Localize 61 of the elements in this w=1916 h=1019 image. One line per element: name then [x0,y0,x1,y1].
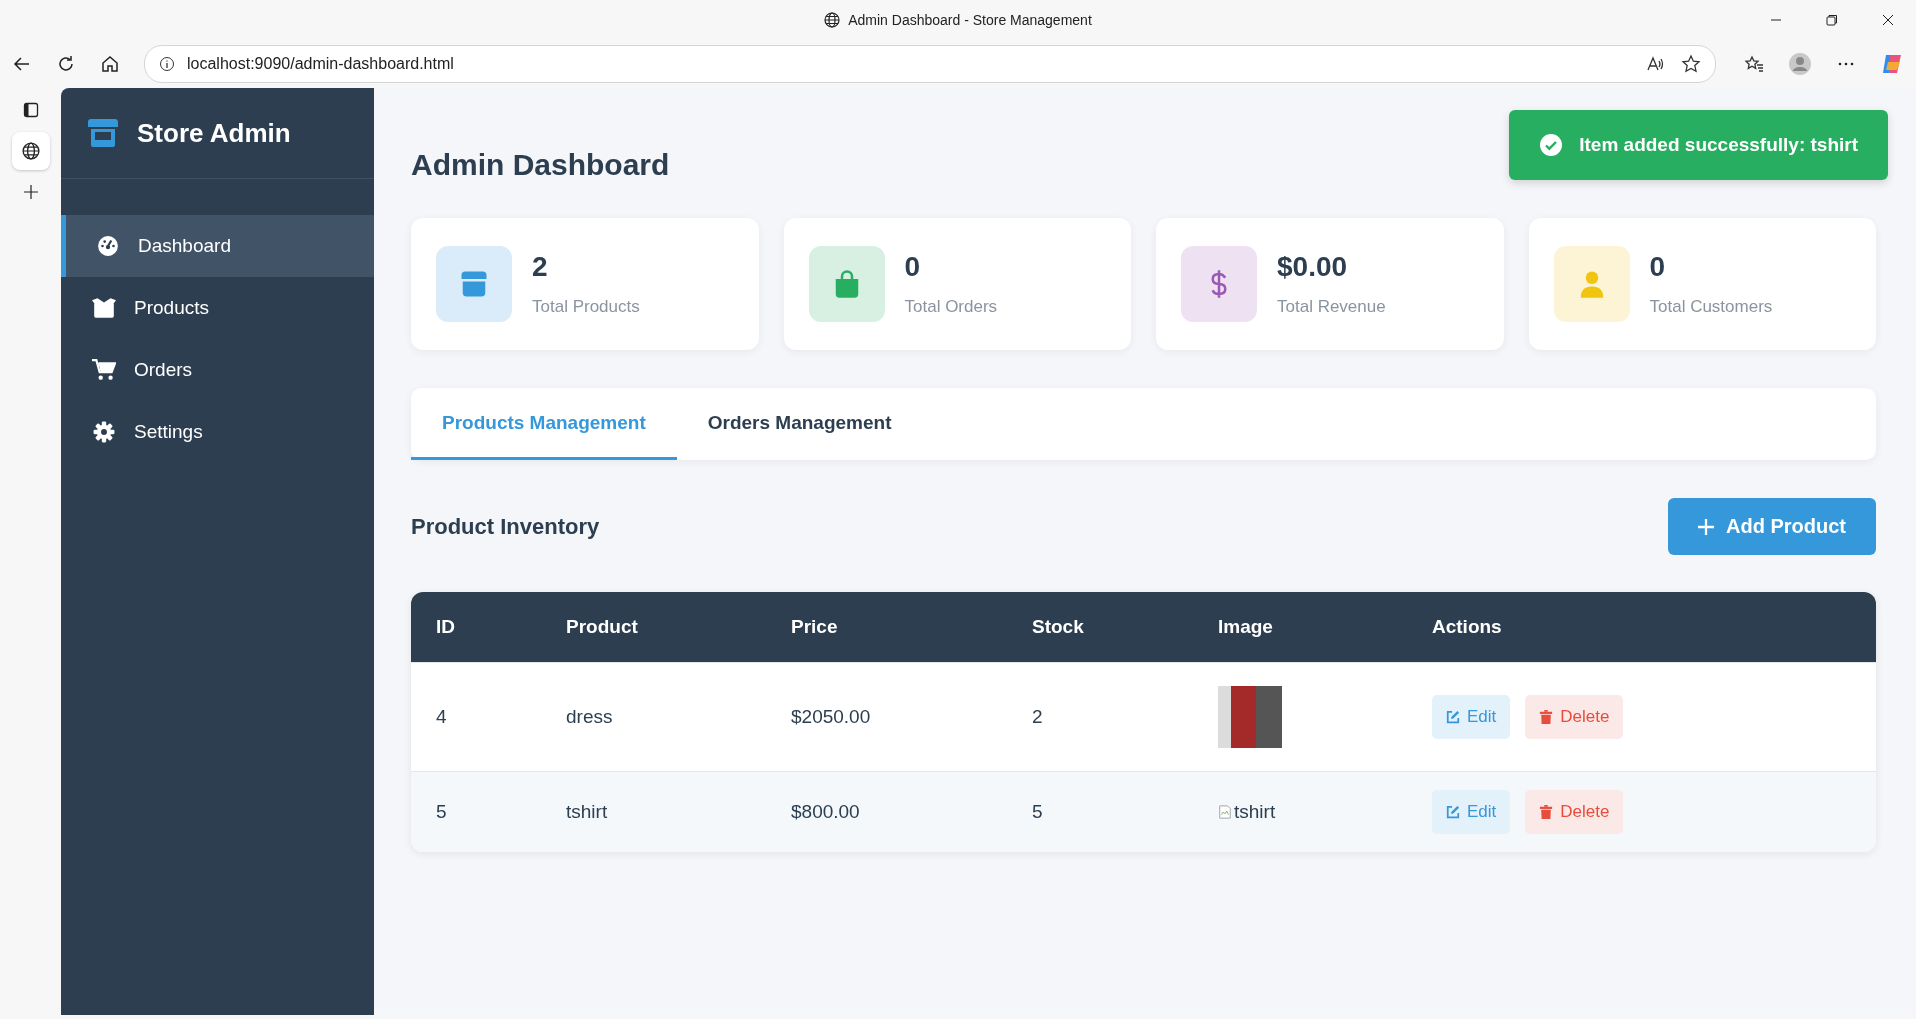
check-circle-icon [1539,133,1564,157]
store-icon [87,119,119,147]
column-header: Stock [1032,616,1085,638]
table-cell-text: 5 [1032,801,1044,823]
info-icon [159,56,175,72]
image-alt-text: tshirt [1234,801,1276,823]
stat-label: Total Revenue [1277,297,1386,317]
success-toast: Item added successfully: tshirt [1509,110,1888,180]
table-cell-text: $800.00 [791,801,861,823]
globe-icon [824,12,841,28]
new-tab-icon[interactable] [22,184,39,200]
column-header: Product [566,616,639,638]
table-cell-text: tshirt [566,801,609,823]
photo-placeholder [1218,686,1282,748]
stat-label: Total Orders [904,297,998,317]
gear-icon [92,421,116,443]
restore-icon[interactable] [1826,14,1838,26]
table-cell-text: 5 [436,801,448,823]
trash-icon [1539,710,1554,724]
brand-name: Store Admin [137,117,291,149]
sidebar-item[interactable]: Orders [61,339,374,401]
table-cell-text: 4 [436,706,448,728]
stat-value: $0.00 [1277,251,1349,283]
gauge-icon [96,235,120,257]
window-title: Admin Dashboard - Store Management [848,12,1092,28]
broken-image-icon [1218,805,1232,819]
section-title: Product Inventory [411,513,600,540]
refresh-icon[interactable] [56,54,76,74]
table-cell-text: $2050.00 [791,706,872,728]
copilot-icon[interactable] [1880,52,1904,76]
stat-label: Total Products [532,297,640,317]
tab-actions-icon[interactable] [22,102,39,118]
sidebar-item[interactable]: Settings [61,401,374,463]
plus-icon [1698,518,1714,535]
close-icon[interactable] [1882,14,1894,26]
star-icon[interactable] [1681,54,1701,74]
table-cell-text: 2 [1032,706,1044,728]
stat-value: 0 [904,251,922,283]
sidebar-item[interactable]: Products [61,277,374,339]
tab[interactable]: Orders Management [676,388,923,460]
table-cell-text: dress [566,706,614,728]
column-header: ID [436,616,456,638]
column-header: Price [791,616,839,638]
edit-icon [1446,805,1460,819]
box-icon [92,297,116,319]
address-field[interactable]: localhost:9090/admin-dashboard.html [144,45,1716,83]
favorites-icon[interactable] [1744,54,1764,74]
trash-icon [1539,805,1554,819]
edit-icon [1446,710,1460,724]
column-header: Actions [1432,616,1503,638]
globe-icon [21,142,40,160]
profile-icon[interactable] [1788,52,1812,76]
home-icon[interactable] [100,54,120,74]
stat-value: 0 [1649,251,1667,283]
stat-label: Total Customers [1649,297,1773,317]
column-header: Image [1218,616,1274,638]
cart-icon [92,359,116,381]
sidebar-item[interactable]: Dashboard [61,215,374,277]
page-title: Admin Dashboard [411,148,670,182]
stat-value: 2 [532,251,549,283]
browser-tab[interactable] [11,132,50,170]
